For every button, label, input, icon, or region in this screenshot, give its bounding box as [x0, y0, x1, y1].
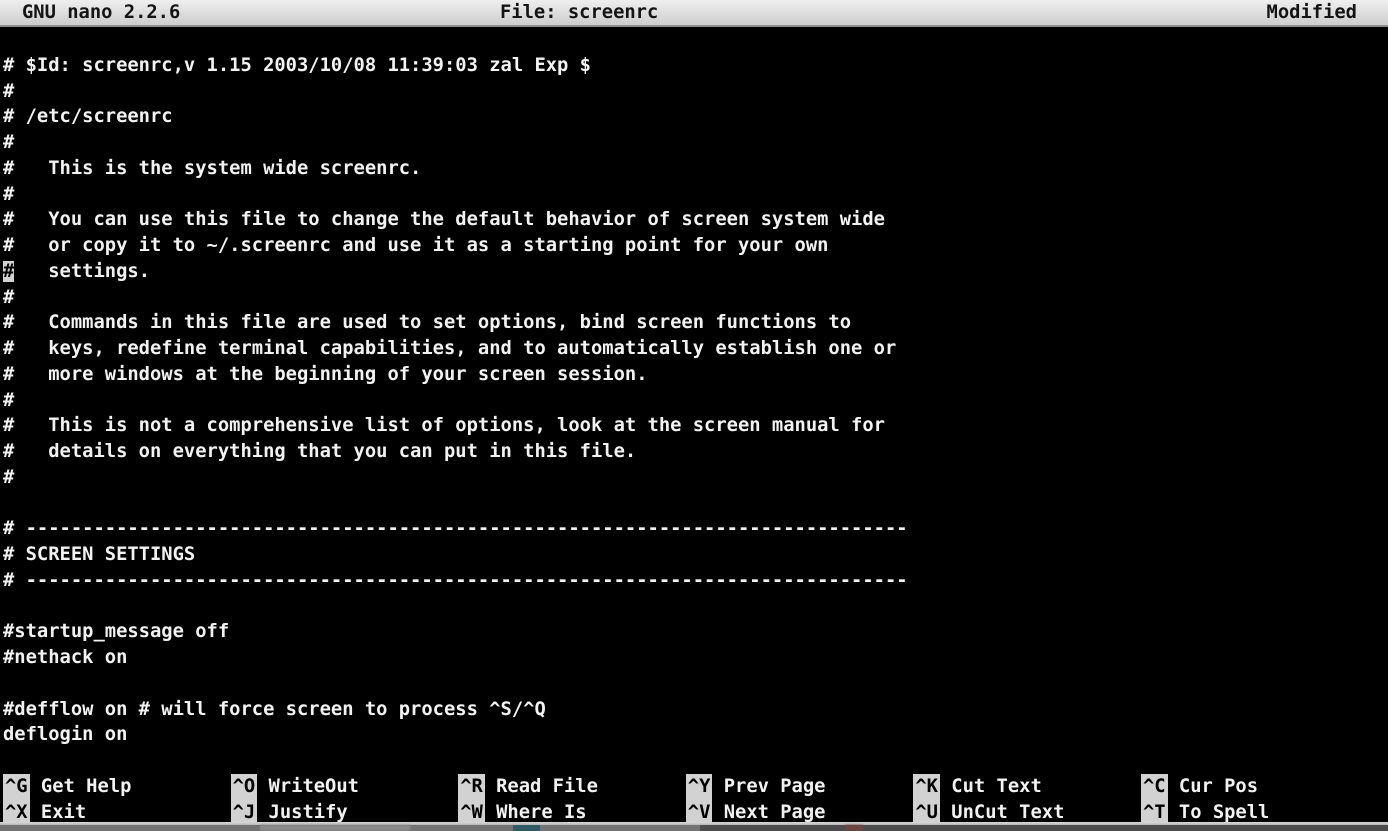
terminal-window: GNU nano 2.2.6 File: screenrc Modified #… [0, 0, 1388, 831]
editor-line: # more windows at the beginning of your … [3, 362, 1385, 388]
shortcut-justify[interactable]: ^J Justify [231, 800, 459, 822]
shortcut-key: ^T [1141, 800, 1168, 822]
background-window-sliver [0, 825, 1388, 831]
editor-line: # This is not a comprehensive list of op… [3, 413, 1385, 439]
shortcut-key: ^U [913, 800, 940, 822]
editor-line: # /etc/screenrc [3, 104, 1385, 130]
shortcut-prev-page[interactable]: ^Y Prev Page [686, 774, 914, 800]
editor-line: # You can use this file to change the de… [3, 207, 1385, 233]
shortcut-row: ^X Exit^J Justify^W Where Is^V Next Page… [3, 800, 1385, 822]
editor-area[interactable]: # $Id: screenrc,v 1.15 2003/10/08 11:39:… [3, 27, 1385, 774]
shortcut-label: Cur Pos [1168, 776, 1258, 797]
editor-line: # details on everything that you can put… [3, 439, 1385, 465]
shortcut-to-spell[interactable]: ^T To Spell [1141, 800, 1369, 822]
shortcut-key: ^Y [686, 774, 713, 800]
editor-line: # Commands in this file are used to set … [3, 310, 1385, 336]
background-clutter [260, 825, 410, 831]
editor-line: # [3, 388, 1385, 414]
background-clutter [513, 825, 540, 831]
editor-line [3, 594, 1385, 620]
shortcut-cur-pos[interactable]: ^C Cur Pos [1141, 774, 1369, 800]
shortcut-label: To Spell [1168, 802, 1270, 822]
shortcut-get-help[interactable]: ^G Get Help [3, 774, 231, 800]
editor-line: # or copy it to ~/.screenrc and use it a… [3, 233, 1385, 259]
shortcut-label: Cut Text [940, 776, 1042, 797]
shortcut-key: ^R [458, 774, 485, 800]
editor-line [3, 671, 1385, 697]
shortcut-exit[interactable]: ^X Exit [3, 800, 231, 822]
shortcut-label: Read File [485, 776, 598, 797]
shortcut-key: ^X [3, 800, 30, 822]
editor-line: # [3, 79, 1385, 105]
shortcut-label: WriteOut [257, 776, 359, 797]
editor-line [3, 491, 1385, 517]
shortcut-label: Prev Page [712, 776, 825, 797]
editor-line: # $Id: screenrc,v 1.15 2003/10/08 11:39:… [3, 53, 1385, 79]
shortcut-key: ^J [231, 800, 258, 822]
editor-line: # SCREEN SETTINGS [3, 542, 1385, 568]
shortcut-key: ^G [3, 774, 30, 800]
nano-titlebar: GNU nano 2.2.6 File: screenrc Modified [0, 0, 1388, 27]
background-clutter [700, 825, 1388, 831]
shortcut-label: Next Page [712, 802, 825, 822]
editor-line [3, 748, 1385, 774]
editor-line: # keys, redefine terminal capabilities, … [3, 336, 1385, 362]
editor-line: # [3, 285, 1385, 311]
shortcut-key: ^K [913, 774, 940, 800]
shortcut-uncut-text[interactable]: ^U UnCut Text [913, 800, 1141, 822]
open-file-label: File: screenrc [500, 1, 658, 25]
background-clutter [845, 825, 863, 831]
editor-line [3, 27, 1385, 53]
editor-line: # --------------------------------------… [3, 568, 1385, 594]
app-version: GNU nano 2.2.6 [22, 1, 180, 25]
shortcut-label: Where Is [485, 802, 587, 822]
shortcut-key: ^C [1141, 774, 1168, 800]
editor-line: # This is the system wide screenrc. [3, 156, 1385, 182]
editor-line: deflogin on [3, 722, 1385, 748]
editor-line: #startup_message off [3, 619, 1385, 645]
editor-line: #nethack on [3, 645, 1385, 671]
editor-line: # settings. [3, 259, 1385, 285]
shortcut-next-page[interactable]: ^V Next Page [686, 800, 914, 822]
editor-line: # [3, 182, 1385, 208]
shortcut-row: ^G Get Help^O WriteOut^R Read File^Y Pre… [3, 774, 1385, 800]
shortcut-read-file[interactable]: ^R Read File [458, 774, 686, 800]
shortcut-label: Justify [257, 802, 347, 822]
editor-line: # --------------------------------------… [3, 516, 1385, 542]
editor-line: #defflow on # will force screen to proce… [3, 697, 1385, 723]
shortcut-cut-text[interactable]: ^K Cut Text [913, 774, 1141, 800]
shortcut-label: Exit [30, 802, 87, 822]
shortcut-where-is[interactable]: ^W Where Is [458, 800, 686, 822]
shortcut-key: ^V [686, 800, 713, 822]
text-cursor: # [3, 261, 14, 282]
shortcut-label: UnCut Text [940, 802, 1064, 822]
shortcut-label: Get Help [30, 776, 132, 797]
shortcut-writeout[interactable]: ^O WriteOut [231, 774, 459, 800]
editor-line: # [3, 130, 1385, 156]
shortcut-key: ^W [458, 800, 485, 822]
shortcut-key: ^O [231, 774, 258, 800]
modified-badge: Modified [1267, 1, 1357, 25]
editor-line: # [3, 465, 1385, 491]
shortcut-bar: ^G Get Help^O WriteOut^R Read File^Y Pre… [3, 774, 1385, 822]
